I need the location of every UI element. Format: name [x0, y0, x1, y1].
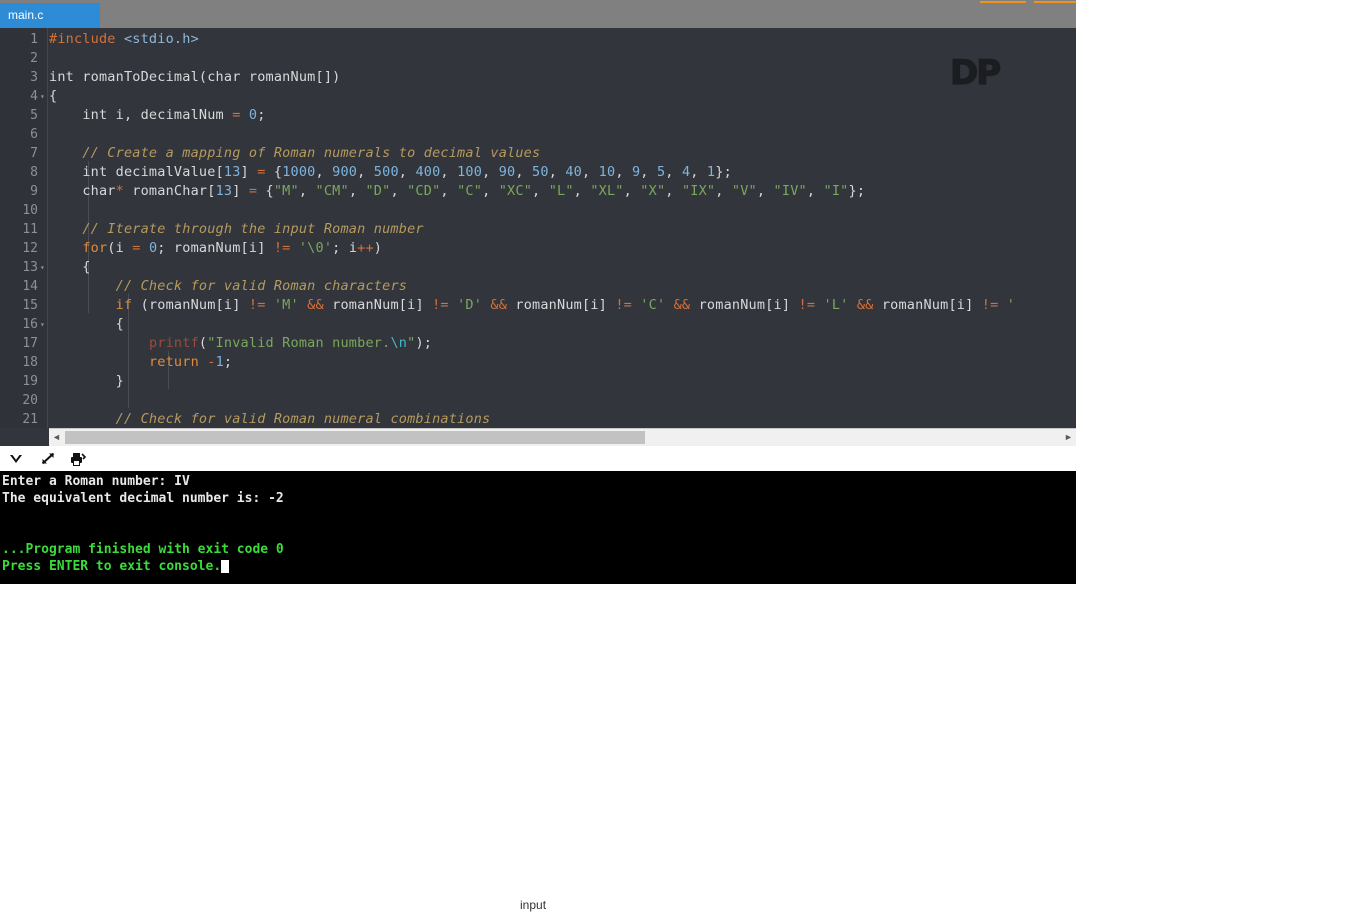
code-line: int decimalValue[13] = {1000, 900, 500, …: [82, 164, 732, 180]
scroll-right-arrow-icon[interactable]: ►: [1061, 429, 1076, 446]
editor-bottom-filler: [0, 428, 49, 446]
scrollbar-thumb[interactable]: [65, 431, 645, 444]
line-number: 19: [22, 374, 38, 389]
line-number: 10: [22, 203, 38, 218]
line-number: 9: [30, 184, 38, 199]
console-output[interactable]: Enter a Roman number: IV The equivalent d…: [0, 472, 1076, 584]
code-editor[interactable]: 1234▾5678910111213▾141516▾171819202122 #…: [0, 28, 1076, 428]
input-label: input: [520, 898, 547, 912]
line-number: 11: [22, 222, 38, 237]
editor-tab-bar: main.c: [0, 3, 1076, 28]
code-line: // Check for valid Roman characters: [115, 278, 408, 294]
line-number: 6: [30, 127, 38, 142]
line-number: 20: [22, 393, 38, 408]
code-line: int i, decimalNum = 0;: [82, 107, 266, 123]
code-line: #include <stdio.h>: [49, 31, 199, 47]
console-line: The equivalent decimal number is: -2: [2, 491, 284, 506]
code-line: // Create a mapping of Roman numerals to…: [82, 145, 541, 161]
line-number: 3: [30, 70, 38, 85]
expand-icon[interactable]: [38, 450, 58, 468]
code-line: {: [49, 259, 91, 275]
console-line: Enter a Roman number: IV: [2, 474, 190, 489]
line-number: 8: [30, 165, 38, 180]
fold-toggle-icon[interactable]: ▾: [40, 258, 48, 277]
line-number-gutter: 1234▾5678910111213▾141516▾171819202122: [0, 28, 48, 428]
code-line: char* romanChar[13] = {"M", "CM", "D", "…: [82, 183, 866, 199]
line-number: 14: [22, 279, 38, 294]
code-line: }: [49, 373, 124, 389]
line-number: 16: [22, 317, 38, 332]
line-number: 13: [22, 260, 38, 275]
page-right-filler: [1076, 0, 1346, 584]
code-line: {: [49, 88, 58, 104]
line-number: 17: [22, 336, 38, 351]
line-number: 4: [30, 89, 38, 104]
console-line: ...Program finished with exit code 0: [2, 542, 284, 557]
fold-toggle-icon[interactable]: ▾: [40, 315, 48, 334]
line-number: 5: [30, 108, 38, 123]
code-line: // Iterate through the input Roman numbe…: [82, 221, 424, 237]
line-number: 21: [22, 412, 38, 427]
code-content[interactable]: #include <stdio.h> int romanToDecimal(cha…: [49, 28, 1076, 428]
line-number: 15: [22, 298, 38, 313]
code-line: // Check for valid Roman numeral combina…: [115, 411, 491, 427]
code-line: int romanToDecimal(char romanNum[]): [49, 69, 341, 85]
fold-toggle-icon[interactable]: ▾: [40, 87, 48, 106]
code-line: printf("Invalid Roman number.\n");: [148, 335, 433, 351]
printer-icon[interactable]: [68, 450, 88, 468]
console-toolbar: input: [0, 446, 1076, 912]
code-line: for(i = 0; romanNum[i] != '\0'; i++): [82, 240, 383, 256]
code-line: return -1;: [148, 354, 233, 370]
scroll-left-arrow-icon[interactable]: ◄: [49, 429, 64, 446]
line-number: 7: [30, 146, 38, 161]
editor-horizontal-scrollbar[interactable]: ◄ ►: [49, 428, 1076, 446]
console-cursor: [220, 560, 229, 573]
tab-main-c[interactable]: main.c: [0, 3, 100, 28]
code-line: if (romanNum[i] != 'M' && romanNum[i] !=…: [115, 297, 1016, 313]
line-number: 18: [22, 355, 38, 370]
line-number: 2: [30, 51, 38, 66]
console-line: Press ENTER to exit console.: [2, 559, 222, 574]
code-line: {: [49, 316, 124, 332]
line-number: 12: [22, 241, 38, 256]
line-number: 1: [30, 32, 38, 47]
chevron-down-icon[interactable]: [6, 450, 26, 468]
